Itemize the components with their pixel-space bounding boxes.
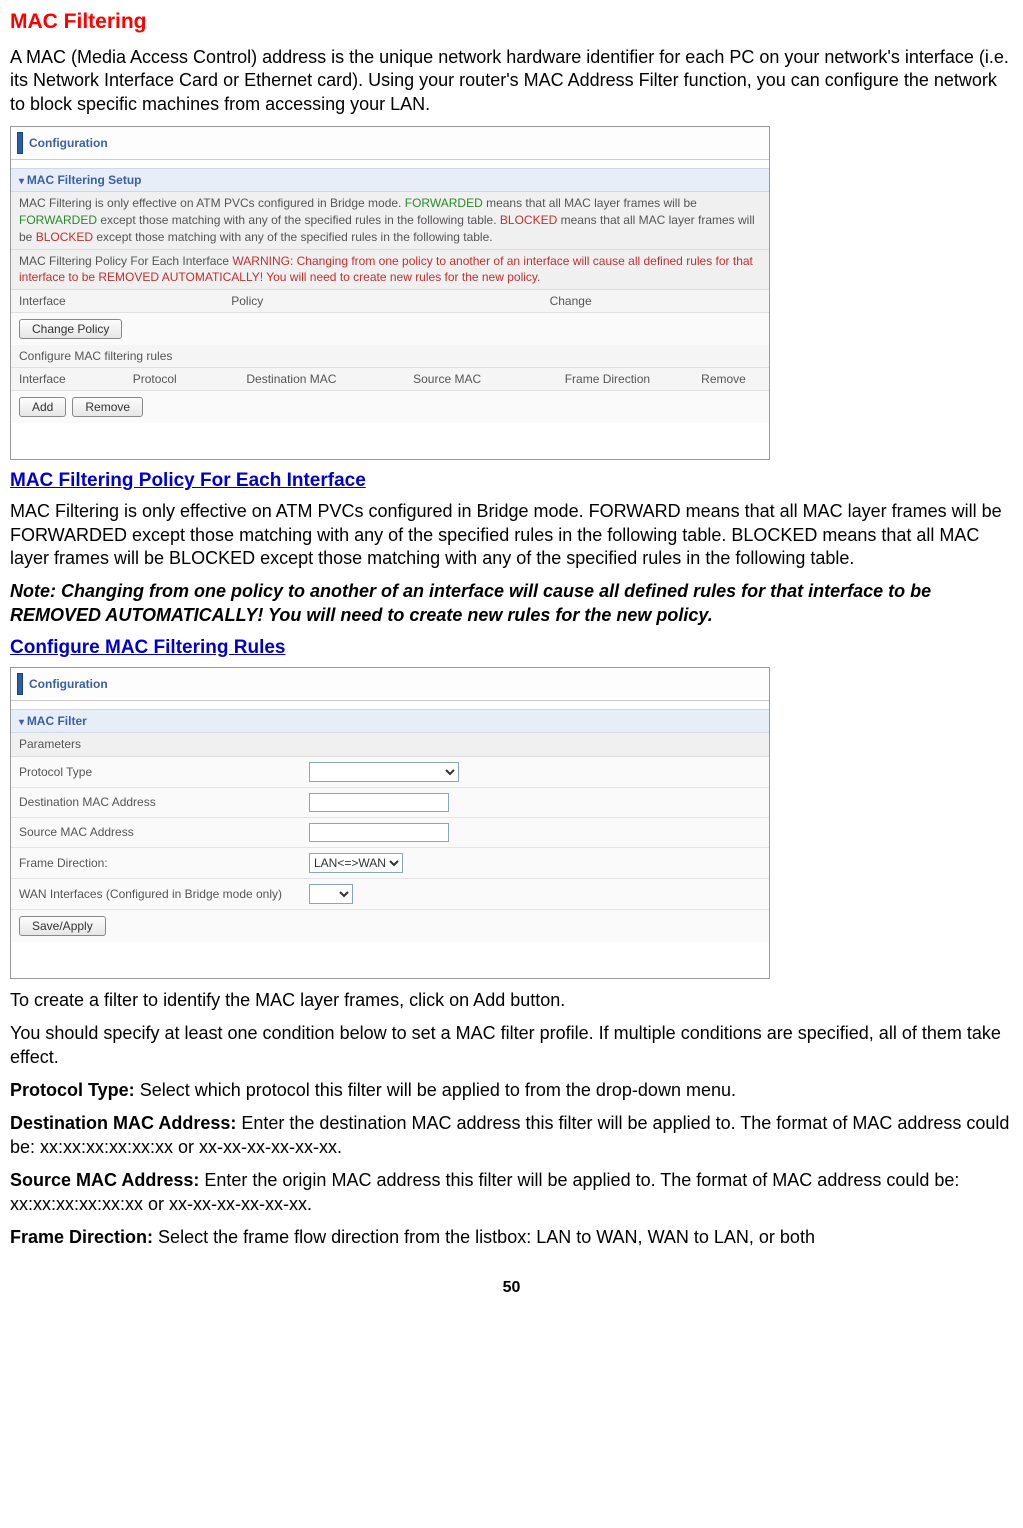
source-mac-label: Source MAC Address [19,825,309,839]
col-frame-direction: Frame Direction [557,368,693,391]
panel-header[interactable]: MAC Filtering Setup [11,168,769,192]
change-policy-row: Change Policy [11,313,769,345]
accent-bar-icon [17,132,23,154]
subheading-configure: Configure MAC Filtering Rules [10,637,1013,659]
note-paragraph: Note: Changing from one policy to anothe… [10,580,1013,627]
col-interface: Interface [11,290,223,313]
policy-paragraph: MAC Filtering is only effective on ATM P… [10,500,1013,570]
spacer [11,942,769,978]
panel-header[interactable]: MAC Filter [11,709,769,733]
source-mac-input[interactable] [309,823,449,842]
save-apply-button[interactable]: Save/Apply [19,916,106,936]
subheading-policy: MAC Filtering Policy For Each Interface [10,470,1013,492]
remove-button[interactable]: Remove [72,397,143,417]
wan-interfaces-label: WAN Interfaces (Configured in Bridge mod… [19,887,309,901]
accent-bar-icon [17,673,23,695]
policy-table-header: Interface Policy Change [11,290,769,313]
parameters-row: Parameters [11,733,769,757]
rules-table-header: Interface Protocol Destination MAC Sourc… [11,368,769,391]
desc-warning: MAC Filtering Policy For Each Interface … [11,250,769,291]
screenshot-mac-filter: Configuration MAC Filter Parameters Prot… [10,667,770,979]
protocol-type-paragraph: Protocol Type: Select which protocol thi… [10,1079,1013,1102]
screenshot-mac-filtering-setup: Configuration MAC Filtering Setup MAC Fi… [10,126,770,460]
col-protocol: Protocol [125,368,239,391]
change-policy-button[interactable]: Change Policy [19,319,122,339]
protocol-type-label: Protocol Type [19,765,309,779]
frame-direction-row: Frame Direction: LAN<=>WAN [11,848,769,879]
page-number: 50 [10,1279,1013,1297]
destination-mac-label: Destination MAC Address [19,795,309,809]
source-mac-paragraph: Source MAC Address: Enter the origin MAC… [10,1169,1013,1216]
col-interface: Interface [11,368,125,391]
wan-interfaces-row: WAN Interfaces (Configured in Bridge mod… [11,879,769,910]
frame-direction-label: Frame Direction: [19,856,309,870]
destination-mac-input[interactable] [309,793,449,812]
add-button[interactable]: Add [19,397,66,417]
col-policy: Policy [223,290,541,313]
wan-interfaces-select[interactable] [309,884,353,904]
spacer [11,423,769,459]
frame-direction-select[interactable]: LAN<=>WAN [309,853,403,873]
protocol-type-select[interactable] [309,762,459,782]
add-remove-row: Add Remove [11,391,769,423]
destination-mac-paragraph: Destination MAC Address: Enter the desti… [10,1112,1013,1159]
protocol-type-row: Protocol Type [11,757,769,788]
create-filter-text: To create a filter to identify the MAC l… [10,989,1013,1012]
col-source-mac: Source MAC [405,368,557,391]
configure-rules-label: Configure MAC filtering rules [11,345,769,368]
config-label: Configuration [29,136,108,150]
intro-text: A MAC (Media Access Control) address is … [10,46,1013,116]
config-label: Configuration [29,677,108,691]
frame-direction-paragraph: Frame Direction: Select the frame flow d… [10,1226,1013,1249]
config-header: Configuration [11,668,769,701]
page-title: MAC Filtering [10,10,1013,34]
source-mac-row: Source MAC Address [11,818,769,848]
specify-condition-text: You should specify at least one conditio… [10,1022,1013,1069]
col-destination-mac: Destination MAC [238,368,405,391]
config-header: Configuration [11,127,769,160]
desc-forwarded-blocked: MAC Filtering is only effective on ATM P… [11,192,769,249]
save-apply-row: Save/Apply [11,910,769,942]
col-change: Change [542,290,769,313]
destination-mac-row: Destination MAC Address [11,788,769,818]
col-remove: Remove [693,368,769,391]
